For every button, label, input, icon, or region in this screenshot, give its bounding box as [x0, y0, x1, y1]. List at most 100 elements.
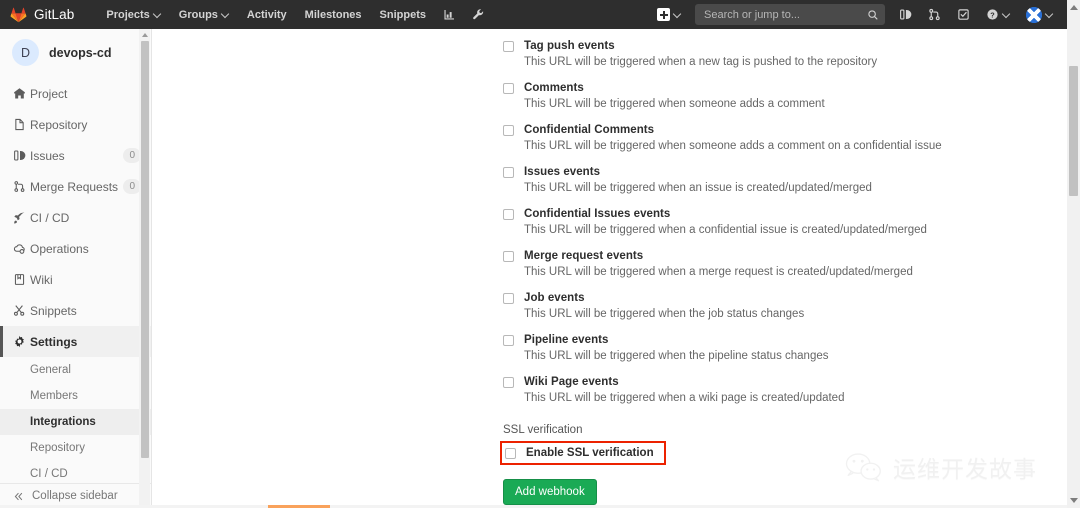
trigger-label: Comments: [524, 82, 584, 94]
sidebar-label: Merge Requests: [30, 179, 119, 194]
nav-snippets[interactable]: Snippets: [371, 4, 435, 26]
chevron-down-icon: [154, 11, 161, 18]
scissors-icon: [13, 304, 30, 317]
sidebar-label: Snippets: [30, 303, 77, 318]
chevron-down-icon: [222, 11, 229, 18]
book-icon: [13, 273, 30, 286]
sidebar-item-members[interactable]: Members: [0, 383, 151, 409]
plus-icon: [657, 8, 670, 21]
sidebar-scrollbar-thumb[interactable]: [140, 41, 149, 458]
trigger-row-job: Job events This URL will be triggered wh…: [503, 291, 1063, 322]
sidebar-item-operations[interactable]: Operations: [0, 233, 151, 264]
add-webhook-button[interactable]: Add webhook: [503, 479, 597, 505]
chevron-down-icon: [1069, 498, 1078, 503]
sidebar-item-project[interactable]: Project: [0, 78, 151, 109]
collapse-sidebar-label: Collapse sidebar: [32, 490, 118, 502]
checkbox-merge-request-events[interactable]: [503, 251, 514, 262]
trigger-row-tag-push: Tag push events This URL will be trigger…: [503, 39, 1063, 70]
sidebar-label: Operations: [30, 241, 89, 256]
nav-groups[interactable]: Groups: [170, 4, 238, 26]
merge-request-icon: [13, 180, 30, 193]
nav-issues-button[interactable]: [891, 3, 920, 26]
page-scrollbar[interactable]: [1067, 0, 1080, 508]
sidebar-sub-label: General: [30, 364, 71, 376]
nav-groups-label: Groups: [178, 8, 218, 21]
checkbox-confidential-issues-events[interactable]: [503, 209, 514, 220]
nav-help-button[interactable]: ?: [978, 3, 1018, 26]
sidebar-item-snippets[interactable]: Snippets: [0, 295, 151, 326]
checkbox-job-events[interactable]: [503, 293, 514, 304]
trigger-description: This URL will be triggered when an issue…: [524, 182, 872, 194]
sidebar-project-header[interactable]: D devops-cd: [0, 29, 151, 78]
trigger-row-confidential-comments: Confidential Comments This URL will be t…: [503, 123, 1063, 154]
gitlab-home-link[interactable]: GitLab: [0, 7, 74, 23]
trigger-label: Confidential Issues events: [524, 208, 671, 220]
trigger-description: This URL will be triggered when the pipe…: [524, 350, 829, 362]
chevron-down-icon: [1003, 11, 1010, 18]
issues-icon: [13, 149, 30, 162]
trigger-row-wiki-page: Wiki Page events This URL will be trigge…: [503, 375, 1063, 406]
project-avatar: D: [12, 39, 39, 66]
sidebar-item-integrations[interactable]: Integrations: [0, 409, 151, 435]
sidebar-item-merge-requests[interactable]: Merge Requests 0: [0, 171, 151, 202]
nav-wrench-button[interactable]: [464, 3, 493, 26]
sidebar-item-settings[interactable]: Settings: [0, 326, 151, 357]
search-input[interactable]: [695, 4, 885, 25]
nav-merge-requests-button[interactable]: [920, 3, 949, 26]
rocket-icon: [13, 211, 30, 224]
webhook-form: Tag push events This URL will be trigger…: [500, 29, 1063, 508]
checkbox-tag-push-events[interactable]: [503, 41, 514, 52]
nav-projects[interactable]: Projects: [97, 4, 169, 26]
trigger-label: Job events: [524, 292, 585, 304]
sidebar-scrollbar[interactable]: [139, 29, 150, 508]
checkbox-confidential-comments[interactable]: [503, 125, 514, 136]
checkbox-wiki-page-events[interactable]: [503, 377, 514, 388]
sidebar-label: Settings: [30, 334, 78, 349]
brand-name: GitLab: [34, 7, 75, 22]
scroll-up-button[interactable]: [1067, 0, 1080, 15]
trigger-description: This URL will be triggered when a wiki p…: [524, 392, 845, 404]
sidebar-item-issues[interactable]: Issues 0: [0, 140, 151, 171]
sidebar-item-ci-cd[interactable]: CI / CD: [0, 202, 151, 233]
sidebar-item-general[interactable]: General: [0, 357, 151, 383]
top-navbar: GitLab Projects Groups Activity Mileston…: [0, 0, 1067, 29]
help-icon: ?: [987, 9, 998, 20]
sidebar-sub-label: Members: [30, 390, 78, 402]
checkbox-issues-events[interactable]: [503, 167, 514, 178]
sidebar-scroll-up-arrow[interactable]: [139, 29, 150, 40]
nav-milestones-label: Milestones: [304, 8, 362, 21]
nav-snippets-label: Snippets: [379, 8, 426, 21]
project-name: devops-cd: [49, 45, 112, 60]
sidebar-label: Project: [30, 86, 68, 101]
sidebar-sub-label: Integrations: [30, 416, 96, 428]
home-icon: [13, 87, 30, 100]
checkbox-enable-ssl-verification[interactable]: [505, 447, 516, 459]
trigger-label: Wiki Page events: [524, 376, 619, 388]
nav-projects-label: Projects: [106, 8, 150, 21]
trigger-description: This URL will be triggered when a merge …: [524, 266, 913, 278]
page-scrollbar-thumb[interactable]: [1069, 66, 1078, 196]
nav-chart-button[interactable]: [435, 3, 464, 26]
sidebar-item-settings-ci-cd[interactable]: CI / CD: [0, 461, 151, 483]
sidebar-item-settings-repository[interactable]: Repository: [0, 435, 151, 461]
sidebar-item-wiki[interactable]: Wiki: [0, 264, 151, 295]
create-new-button[interactable]: [649, 4, 689, 25]
ssl-verification-highlight: Enable SSL verification: [500, 441, 666, 465]
checkbox-comments[interactable]: [503, 83, 514, 94]
svg-text:?: ?: [990, 10, 995, 19]
nav-milestones[interactable]: Milestones: [296, 4, 371, 26]
trigger-description: This URL will be triggered when the job …: [524, 308, 805, 320]
sidebar-label: Wiki: [30, 272, 53, 287]
cloud-gear-icon: [13, 242, 30, 255]
chevron-down-icon: [674, 11, 681, 18]
user-menu-button[interactable]: [1018, 4, 1059, 26]
nav-todos-button[interactable]: [949, 3, 978, 26]
trigger-row-merge-request: Merge request events This URL will be tr…: [503, 249, 1063, 280]
nav-activity[interactable]: Activity: [238, 4, 296, 26]
trigger-description: This URL will be triggered when someone …: [524, 98, 825, 110]
scroll-down-button[interactable]: [1067, 493, 1080, 508]
sidebar-item-repository[interactable]: Repository: [0, 109, 151, 140]
trigger-row-issues: Issues events This URL will be triggered…: [503, 165, 1063, 196]
browser-viewport: GitLab Projects Groups Activity Mileston…: [0, 0, 1080, 508]
checkbox-pipeline-events[interactable]: [503, 335, 514, 346]
